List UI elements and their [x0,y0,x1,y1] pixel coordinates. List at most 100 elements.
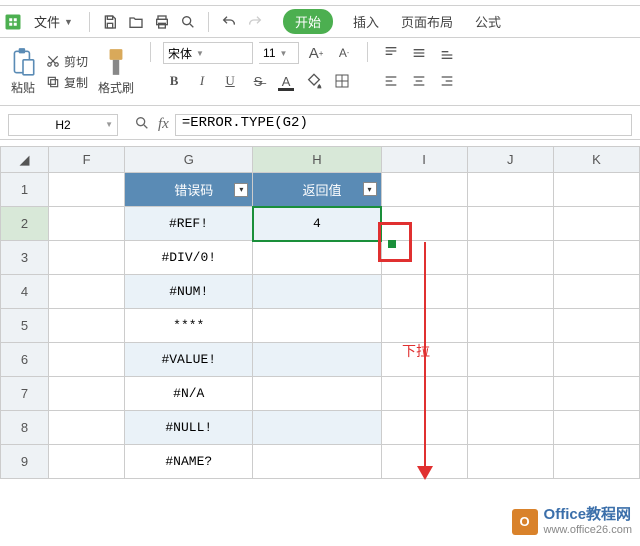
align-middle-button[interactable] [408,42,430,64]
fill-handle[interactable] [388,240,396,248]
cell[interactable] [49,207,125,241]
cell[interactable] [49,309,125,343]
fx-icon[interactable]: fx [158,116,169,133]
cell[interactable] [49,275,125,309]
col-header-J[interactable]: J [467,147,553,173]
italic-button[interactable]: I [191,70,213,92]
undo-icon[interactable] [219,12,239,32]
cell[interactable] [467,207,553,241]
formula-input[interactable]: =ERROR.TYPE(G2) [175,114,632,136]
tab-formula[interactable]: 公式 [473,12,503,31]
font-name-select[interactable]: 宋体 ▼ [163,42,253,64]
cell[interactable] [253,411,381,445]
cell[interactable]: #VALUE! [125,343,253,377]
copy-button[interactable]: 复制 [46,74,88,91]
cell[interactable] [253,309,381,343]
cell[interactable]: #NUM! [125,275,253,309]
redo-icon[interactable] [245,12,265,32]
cell[interactable]: #NAME? [125,445,253,479]
cell[interactable]: #DIV/0! [125,241,253,275]
row-header-5[interactable]: 5 [1,309,49,343]
cell[interactable] [553,343,639,377]
cell[interactable] [467,377,553,411]
tab-home[interactable]: 开始 [283,9,333,34]
border-button[interactable] [331,70,353,92]
align-bottom-button[interactable] [436,42,458,64]
cell[interactable] [467,173,553,207]
cell[interactable] [467,343,553,377]
underline-button[interactable]: U [219,70,241,92]
name-box[interactable]: H2 ▼ [8,114,118,136]
preview-icon[interactable] [178,12,198,32]
bold-button[interactable]: B [163,70,185,92]
increase-font-button[interactable]: A+ [305,42,327,64]
cell[interactable] [253,445,381,479]
active-cell[interactable]: 4 [253,207,381,241]
cell[interactable] [553,241,639,275]
row-header-4[interactable]: 4 [1,275,49,309]
cell[interactable] [553,445,639,479]
filter-icon[interactable]: ▾ [363,182,377,196]
row-header-6[interactable]: 6 [1,343,49,377]
cell[interactable]: **** [125,309,253,343]
cell[interactable] [467,445,553,479]
tab-page-layout[interactable]: 页面布局 [399,12,455,31]
col-header-H[interactable]: H [253,147,381,173]
cell[interactable] [553,377,639,411]
cell[interactable] [49,445,125,479]
row-header-1[interactable]: 1 [1,173,49,207]
format-painter-button[interactable]: 格式刷 [94,45,138,98]
cell[interactable] [553,207,639,241]
open-icon[interactable] [126,12,146,32]
col-header-F[interactable]: F [49,147,125,173]
tab-insert[interactable]: 插入 [351,12,381,31]
cell[interactable] [49,377,125,411]
cell[interactable]: #REF! [125,207,253,241]
row-header-9[interactable]: 9 [1,445,49,479]
row-header-3[interactable]: 3 [1,241,49,275]
print-icon[interactable] [152,12,172,32]
cell[interactable] [49,411,125,445]
cell[interactable] [553,309,639,343]
row-header-8[interactable]: 8 [1,411,49,445]
cell[interactable]: #N/A [125,377,253,411]
col-header-I[interactable]: I [381,147,467,173]
align-left-button[interactable] [380,70,402,92]
cell-table-header[interactable]: 错误码▾ [125,173,253,207]
paste-button[interactable]: 粘贴 [6,45,40,98]
align-top-button[interactable] [380,42,402,64]
cut-button[interactable]: 剪切 [46,53,88,70]
cell[interactable] [253,377,381,411]
cell[interactable]: #NULL! [125,411,253,445]
cell[interactable] [381,173,467,207]
file-menu[interactable]: 文件 ▼ [28,10,79,33]
cell[interactable] [467,411,553,445]
font-color-button[interactable]: A [275,70,297,92]
cell[interactable] [253,241,381,275]
filter-icon[interactable]: ▾ [234,183,248,197]
strikethrough-button[interactable]: S̶ [247,70,269,92]
row-header-2[interactable]: 2 [1,207,49,241]
cell[interactable] [49,173,125,207]
decrease-font-button[interactable]: A- [333,42,355,64]
col-header-G[interactable]: G [125,147,253,173]
cell[interactable] [253,275,381,309]
align-center-button[interactable] [408,70,430,92]
align-right-button[interactable] [436,70,458,92]
cell[interactable] [49,241,125,275]
fx-search-icon[interactable] [134,115,150,134]
cell-table-header[interactable]: 返回值▾ [253,173,381,207]
cell[interactable] [467,309,553,343]
cell[interactable] [553,275,639,309]
cell[interactable] [49,343,125,377]
cell[interactable] [467,241,553,275]
cell[interactable] [467,275,553,309]
font-size-select[interactable]: 11 ▼ [259,42,299,64]
fill-color-button[interactable] [303,70,325,92]
corner-cell[interactable]: ◢ [1,147,49,173]
cell[interactable] [553,411,639,445]
cell[interactable] [253,343,381,377]
cell[interactable] [553,173,639,207]
col-header-K[interactable]: K [553,147,639,173]
row-header-7[interactable]: 7 [1,377,49,411]
